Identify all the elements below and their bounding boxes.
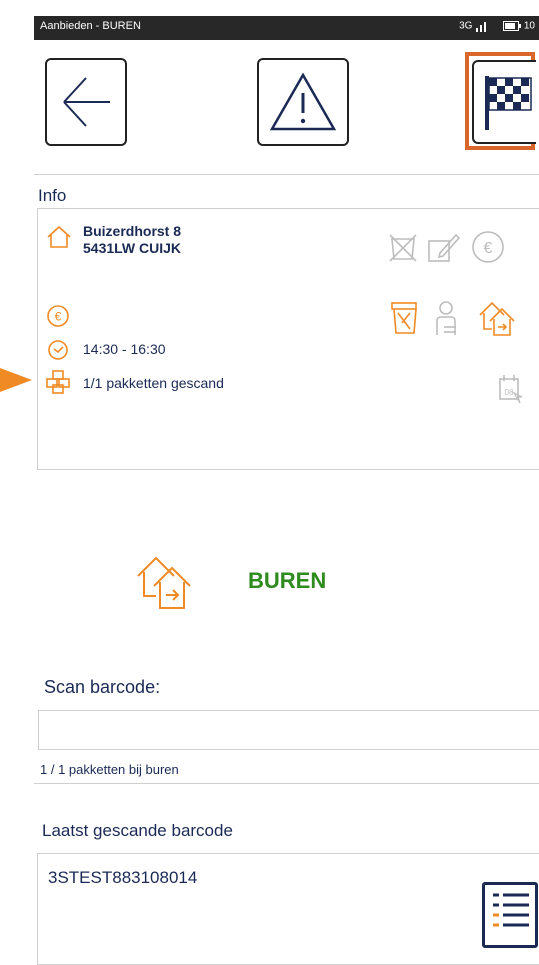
- signal-icon: [476, 22, 487, 32]
- euro-icon: €: [47, 305, 69, 327]
- info-panel: Buizerdhorst 8 5431LW CUIJK € € 14:30 - …: [37, 208, 539, 470]
- mailbox-icon: [391, 302, 417, 334]
- scan-label: Scan barcode:: [44, 677, 161, 697]
- no-signature-icon: [389, 234, 417, 262]
- network-indicator: 3G: [459, 20, 473, 32]
- status-bar-title: Aanbieden - BUREN: [40, 20, 141, 32]
- back-button[interactable]: [45, 58, 127, 146]
- toolbar-divider: [34, 174, 539, 175]
- warning-button[interactable]: [257, 58, 349, 146]
- calendar-select-icon: 08: [499, 375, 523, 404]
- finish-button[interactable]: [472, 60, 536, 144]
- status-bar: Aanbieden - BUREN 3G 10: [34, 16, 539, 40]
- address-line1: Buizerdhorst 8: [83, 223, 182, 239]
- status-icons: 3G 10: [459, 20, 535, 32]
- barcode-input[interactable]: [38, 710, 539, 750]
- last-scanned-barcode: 3STEST883108014: [48, 868, 198, 887]
- result-label: BUREN: [248, 568, 327, 593]
- svg-text:€: €: [484, 240, 493, 257]
- neighbour-house-icon: [137, 556, 191, 609]
- warning-triangle-icon: [269, 72, 337, 131]
- svg-text:08: 08: [505, 388, 514, 397]
- packages-icon: [46, 370, 70, 394]
- euro-grey-icon: €: [472, 231, 504, 263]
- checkered-flag-icon: [485, 76, 532, 130]
- pointer-arrow-icon: [0, 368, 32, 392]
- info-heading: Info: [38, 186, 67, 205]
- neighbour-house-small-icon: [479, 301, 515, 336]
- person-grey-icon: [436, 301, 456, 335]
- arrow-left-icon: [63, 77, 110, 127]
- signature-icon: [428, 233, 461, 262]
- time-window: 14:30 - 16:30: [83, 341, 166, 357]
- svg-text:€: €: [55, 310, 62, 324]
- battery-level: 10: [523, 20, 535, 32]
- clock-icon: [48, 340, 68, 360]
- last-scanned-label: Laatst gescande barcode: [42, 821, 233, 840]
- scan-divider: [34, 783, 539, 784]
- last-scanned-panel: 3STEST883108014: [37, 853, 539, 965]
- battery-icon: [503, 21, 522, 31]
- packages-scanned: 1/1 pakketten gescand: [83, 375, 224, 391]
- list-icon: [493, 893, 529, 927]
- house-icon: [47, 225, 71, 248]
- address-line2: 5431LW CUIJK: [83, 240, 182, 256]
- scan-counter: 1 / 1 pakketten bij buren: [40, 762, 179, 777]
- list-button[interactable]: [482, 882, 538, 948]
